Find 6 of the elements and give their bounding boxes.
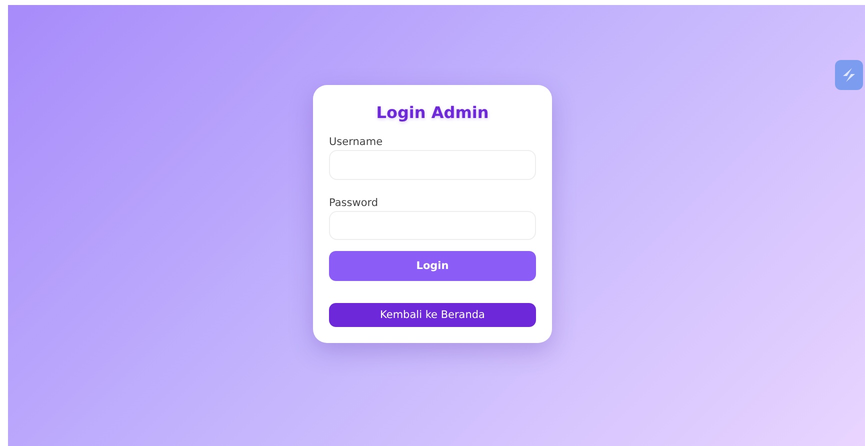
back-button[interactable]: Kembali ke Beranda bbox=[329, 303, 536, 327]
field-label: Username bbox=[329, 136, 384, 148]
app-icon[interactable] bbox=[835, 60, 863, 90]
login-title: Login Admin bbox=[375, 103, 490, 122]
field-label: Password bbox=[329, 196, 380, 209]
login-button[interactable]: Login bbox=[329, 251, 536, 282]
